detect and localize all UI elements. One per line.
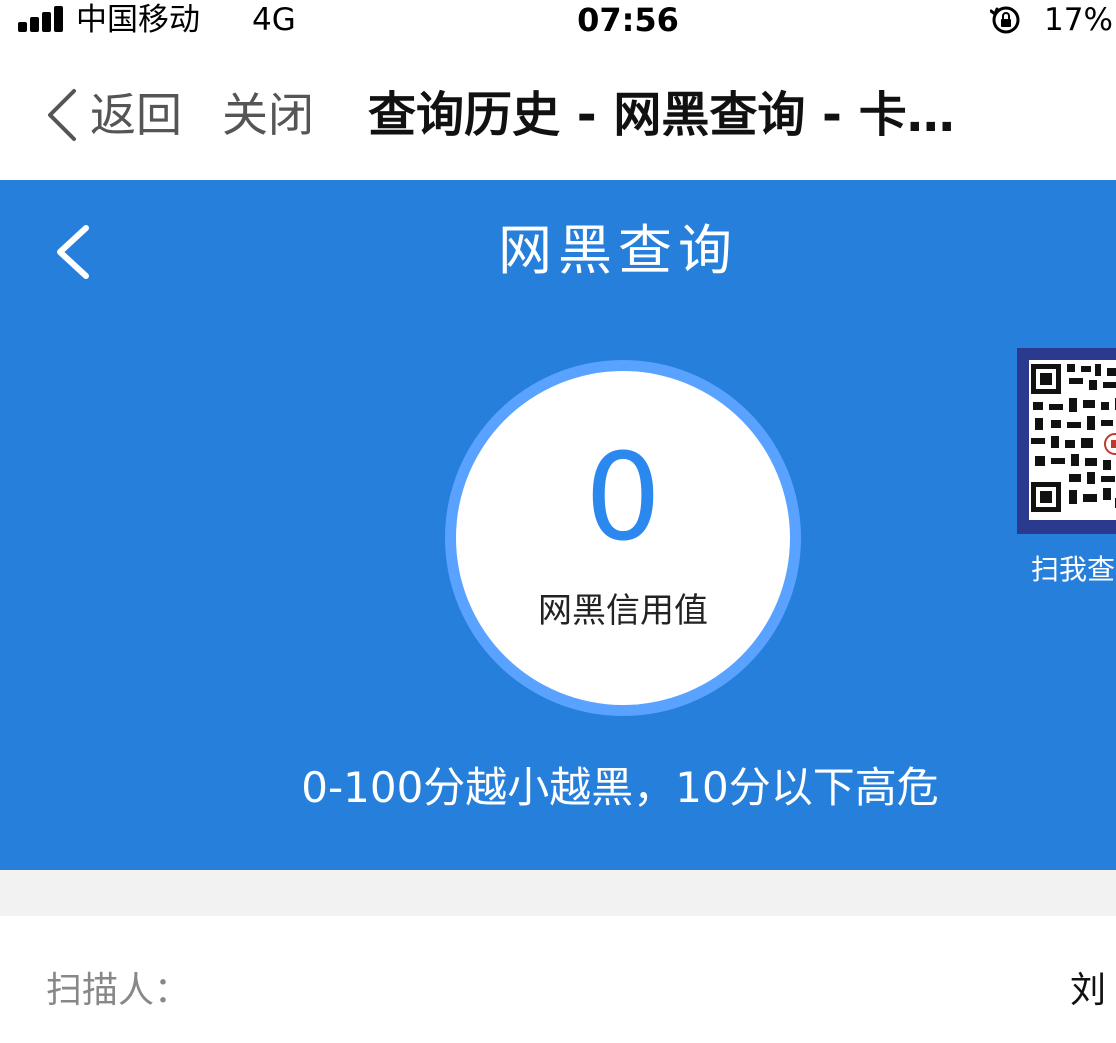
carrier-name: 中国移动 bbox=[76, 2, 200, 38]
network-type: 4G bbox=[252, 2, 296, 38]
header-title: 网黑查询 bbox=[498, 219, 738, 282]
score-circle: 0 网黑信用值 bbox=[456, 371, 790, 705]
score-header: 网黑查询 0 网黑信用值 扫我查 0-100分越小越黑，10分以下高危 bbox=[0, 180, 1116, 870]
orientation-lock-icon bbox=[989, 5, 1022, 35]
credit-score-value: 0 bbox=[584, 429, 662, 568]
section-divider bbox=[0, 870, 1116, 916]
qr-code[interactable] bbox=[1017, 348, 1116, 534]
page-title: 查询历史 - 网黑查询 - 卡… bbox=[368, 87, 955, 143]
score-hint: 0-100分越小越黑，10分以下高危 bbox=[301, 763, 939, 812]
credit-score-label: 网黑信用值 bbox=[538, 591, 708, 631]
signal-icon bbox=[18, 6, 66, 32]
battery-percentage: 17% bbox=[1044, 2, 1113, 38]
chevron-left-icon bbox=[48, 89, 76, 141]
qr-caption: 扫我查 bbox=[1031, 553, 1116, 586]
back-arrow-icon bbox=[57, 225, 89, 279]
list-item: 扫描人： 刘 bbox=[0, 916, 1116, 1043]
scanner-label: 扫描人： bbox=[46, 970, 191, 1011]
back-button-label: 返回 bbox=[90, 88, 182, 142]
navigation-bar: 返回 关闭 查询历史 - 网黑查询 - 卡… bbox=[0, 60, 1116, 170]
back-arrow-button[interactable] bbox=[52, 222, 92, 282]
scanner-value: 刘 bbox=[1070, 970, 1107, 1011]
qr-code-pattern bbox=[1031, 364, 1116, 512]
close-button[interactable]: 关闭 bbox=[222, 82, 314, 148]
status-time: 07:56 bbox=[577, 1, 679, 39]
back-button[interactable]: 返回 bbox=[44, 82, 182, 148]
status-bar: 中国移动 4G 07:56 17% bbox=[0, 0, 1116, 42]
